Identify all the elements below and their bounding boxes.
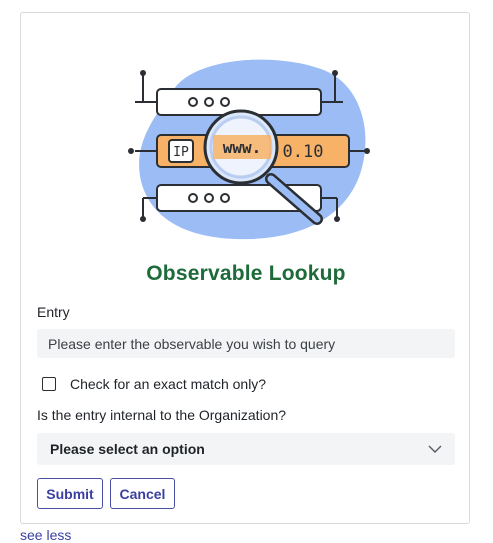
- cancel-button[interactable]: Cancel: [110, 478, 175, 509]
- submit-button[interactable]: Submit: [37, 478, 103, 509]
- entry-input[interactable]: [37, 329, 455, 358]
- exact-match-label: Check for an exact match only?: [70, 376, 267, 392]
- www-label: www.: [223, 138, 262, 157]
- exact-match-checkbox[interactable]: [42, 377, 56, 391]
- lookup-card: IP 0 0.10 www.: [20, 12, 470, 524]
- entry-label: Entry: [37, 304, 70, 320]
- internal-select-value: Please select an option: [50, 441, 205, 457]
- ip-label: IP: [173, 145, 189, 160]
- internal-label: Is the entry internal to the Organizatio…: [37, 407, 287, 423]
- exact-match-row[interactable]: Check for an exact match only?: [42, 375, 266, 393]
- magnifier-illustration: IP 0 0.10 www.: [128, 59, 370, 240]
- number-label: 0.10: [283, 142, 324, 162]
- internal-select[interactable]: Please select an option: [37, 433, 455, 465]
- page-title: Observable Lookup: [146, 262, 346, 285]
- chevron-down-icon: [428, 445, 442, 453]
- see-less-link[interactable]: see less: [20, 527, 71, 543]
